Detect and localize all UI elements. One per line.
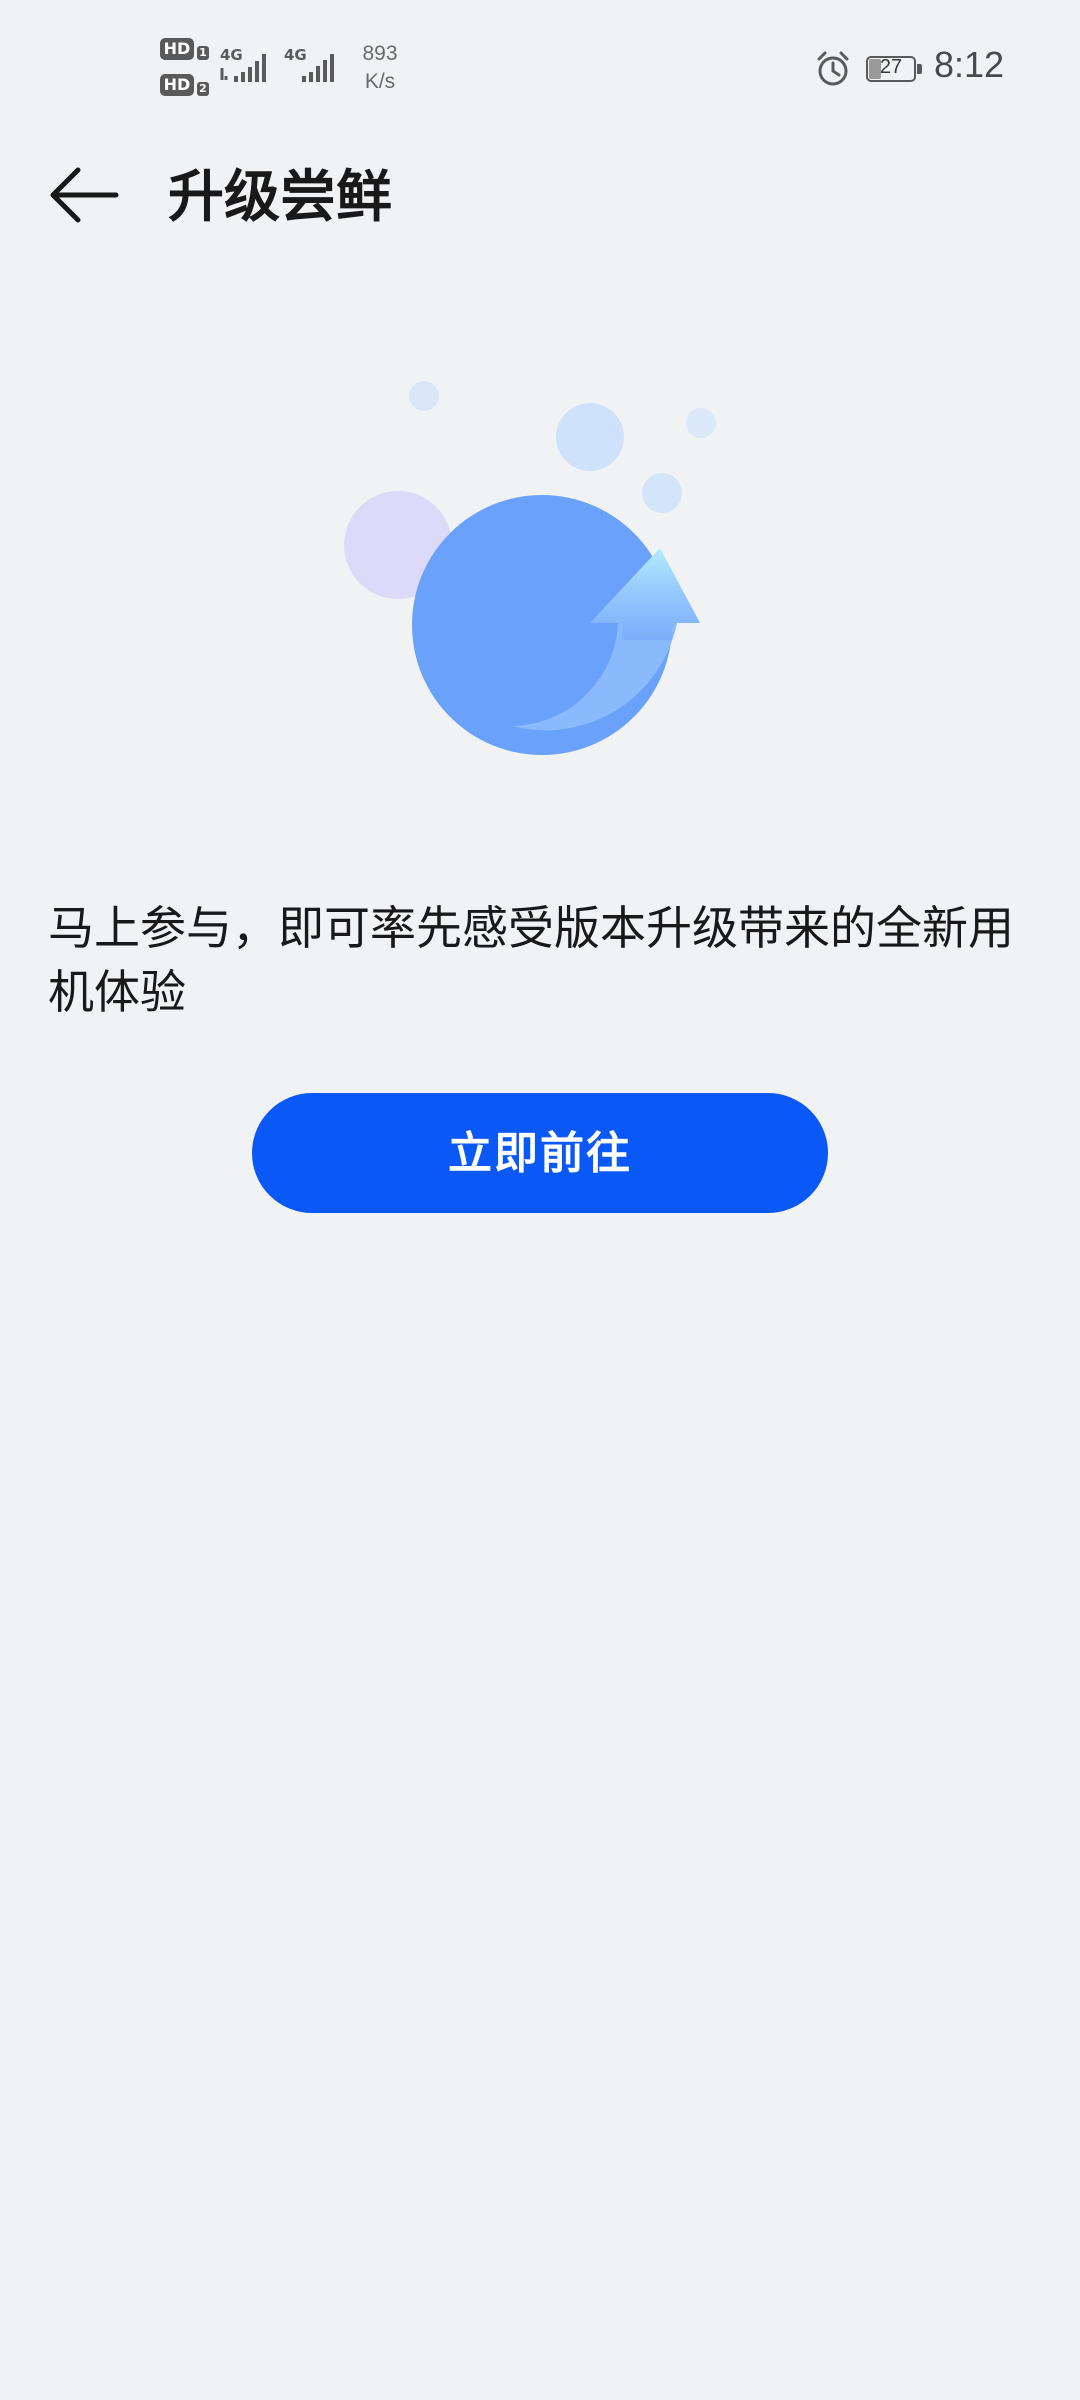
status-bar: HD 1 HD 2 4G 4G 893 K/s 27 8:12 — [0, 0, 1080, 136]
network-speed-value: 893 — [362, 42, 398, 65]
alarm-clock-icon — [817, 51, 849, 86]
signal-sim2: 4G — [284, 46, 340, 86]
network-speed: 893 K/s — [352, 40, 408, 96]
signal-bars-icon — [302, 54, 334, 82]
hd-badge-sim2: HD — [160, 74, 194, 96]
signal-bars-icon — [220, 54, 266, 82]
signal-sim1: 4G — [220, 46, 276, 86]
upgrade-illustration — [344, 381, 716, 755]
hd-badge-sim1: HD — [160, 38, 194, 60]
sim2-index: 2 — [197, 82, 209, 96]
sim1-index: 1 — [197, 46, 209, 60]
battery-level: 27 — [879, 56, 903, 78]
upgrade-description: 马上参与，即可率先感受版本升级带来的全新用机体验 — [48, 901, 1014, 1019]
battery-indicator: 27 — [866, 56, 924, 82]
back-button[interactable] — [36, 150, 132, 246]
sim-hd-indicators: HD 1 HD 2 — [160, 38, 210, 100]
network-speed-unit: K/s — [364, 70, 396, 93]
status-time: 8:12 — [934, 44, 1005, 85]
arrow-left-icon — [50, 167, 119, 223]
go-now-button[interactable]: 立即前往 — [252, 1093, 828, 1213]
page-title: 升级尝鲜 — [168, 165, 392, 230]
